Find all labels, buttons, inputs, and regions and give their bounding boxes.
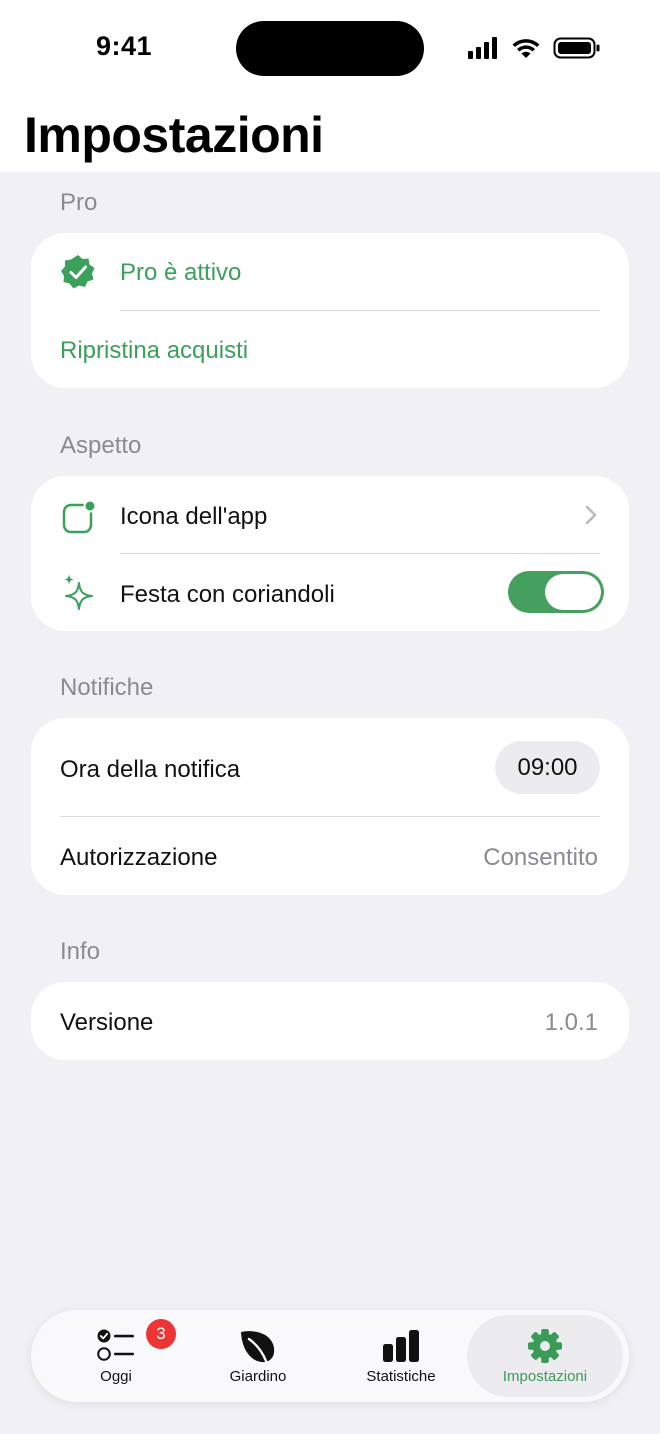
confetti-toggle[interactable] [508, 571, 604, 613]
app-icon-label: Icona dell'app [120, 503, 268, 530]
restore-purchases-button[interactable]: Ripristina acquisti [60, 337, 248, 365]
section-header-info: Info [60, 938, 101, 965]
authorization-label: Autorizzazione [60, 844, 218, 871]
tab-settings[interactable]: Impostazioni [467, 1315, 623, 1397]
version-label: Versione [60, 1009, 154, 1036]
tab-today[interactable]: Oggi 3 [46, 1310, 186, 1402]
checklist-icon [97, 1329, 134, 1361]
restore-purchases-row[interactable]: Ripristina acquisti [31, 311, 629, 388]
tab-label: Statistiche [366, 1367, 436, 1385]
leaf-icon [241, 1330, 275, 1362]
version-value: 1.0.1 [544, 1009, 598, 1036]
info-card: Versione 1.0.1 [31, 982, 629, 1060]
cellular-signal-icon [468, 37, 497, 59]
top-bar: 9:41 Impostazioni [0, 0, 660, 172]
bar-chart-icon [383, 1329, 419, 1362]
notification-time-picker[interactable]: 09:00 [495, 741, 600, 794]
tab-bar: Oggi 3 Giardino Statistiche Impostazioni [31, 1310, 629, 1402]
pro-card: Pro è attivo Ripristina acquisti [31, 233, 629, 388]
tab-statistics[interactable]: Statistiche [331, 1310, 471, 1402]
sparkles-icon [64, 574, 93, 610]
status-icons [468, 37, 600, 59]
dynamic-island [236, 21, 424, 76]
app-icon-row[interactable]: Icona dell'app [31, 476, 629, 553]
status-time: 9:41 [96, 31, 153, 61]
page-title: Impostazioni [24, 107, 324, 163]
battery-icon [553, 37, 600, 59]
pro-status-label: Pro è attivo [120, 259, 242, 286]
toggle-knob [545, 574, 601, 610]
wifi-icon [512, 39, 540, 58]
notification-badge: 3 [146, 1319, 176, 1349]
tab-label: Impostazioni [502, 1367, 588, 1385]
verified-badge-icon [61, 255, 95, 289]
chevron-right-icon [585, 505, 597, 525]
confetti-label: Festa con coriandoli [120, 581, 335, 608]
notification-time-row: Ora della notifica 09:00 [31, 718, 629, 816]
pro-status-row: Pro è attivo [31, 233, 629, 310]
authorization-row: Autorizzazione Consentito [31, 817, 629, 895]
tab-garden[interactable]: Giardino [188, 1310, 328, 1402]
section-header-notifications: Notifiche [60, 674, 154, 701]
gear-icon [528, 1328, 562, 1363]
authorization-value: Consentito [483, 844, 598, 871]
version-row: Versione 1.0.1 [31, 982, 629, 1060]
notification-time-label: Ora della notifica [60, 756, 241, 783]
tab-label: Giardino [229, 1367, 287, 1385]
tab-label: Oggi [100, 1367, 132, 1385]
confetti-row: Festa con coriandoli [31, 554, 629, 631]
section-header-appearance: Aspetto [60, 432, 142, 459]
appearance-card: Icona dell'app Festa con coriandoli [31, 476, 629, 631]
section-header-pro: Pro [60, 189, 98, 216]
app-icon-icon [62, 500, 96, 534]
notifications-card: Ora della notifica 09:00 Autorizzazione … [31, 718, 629, 895]
